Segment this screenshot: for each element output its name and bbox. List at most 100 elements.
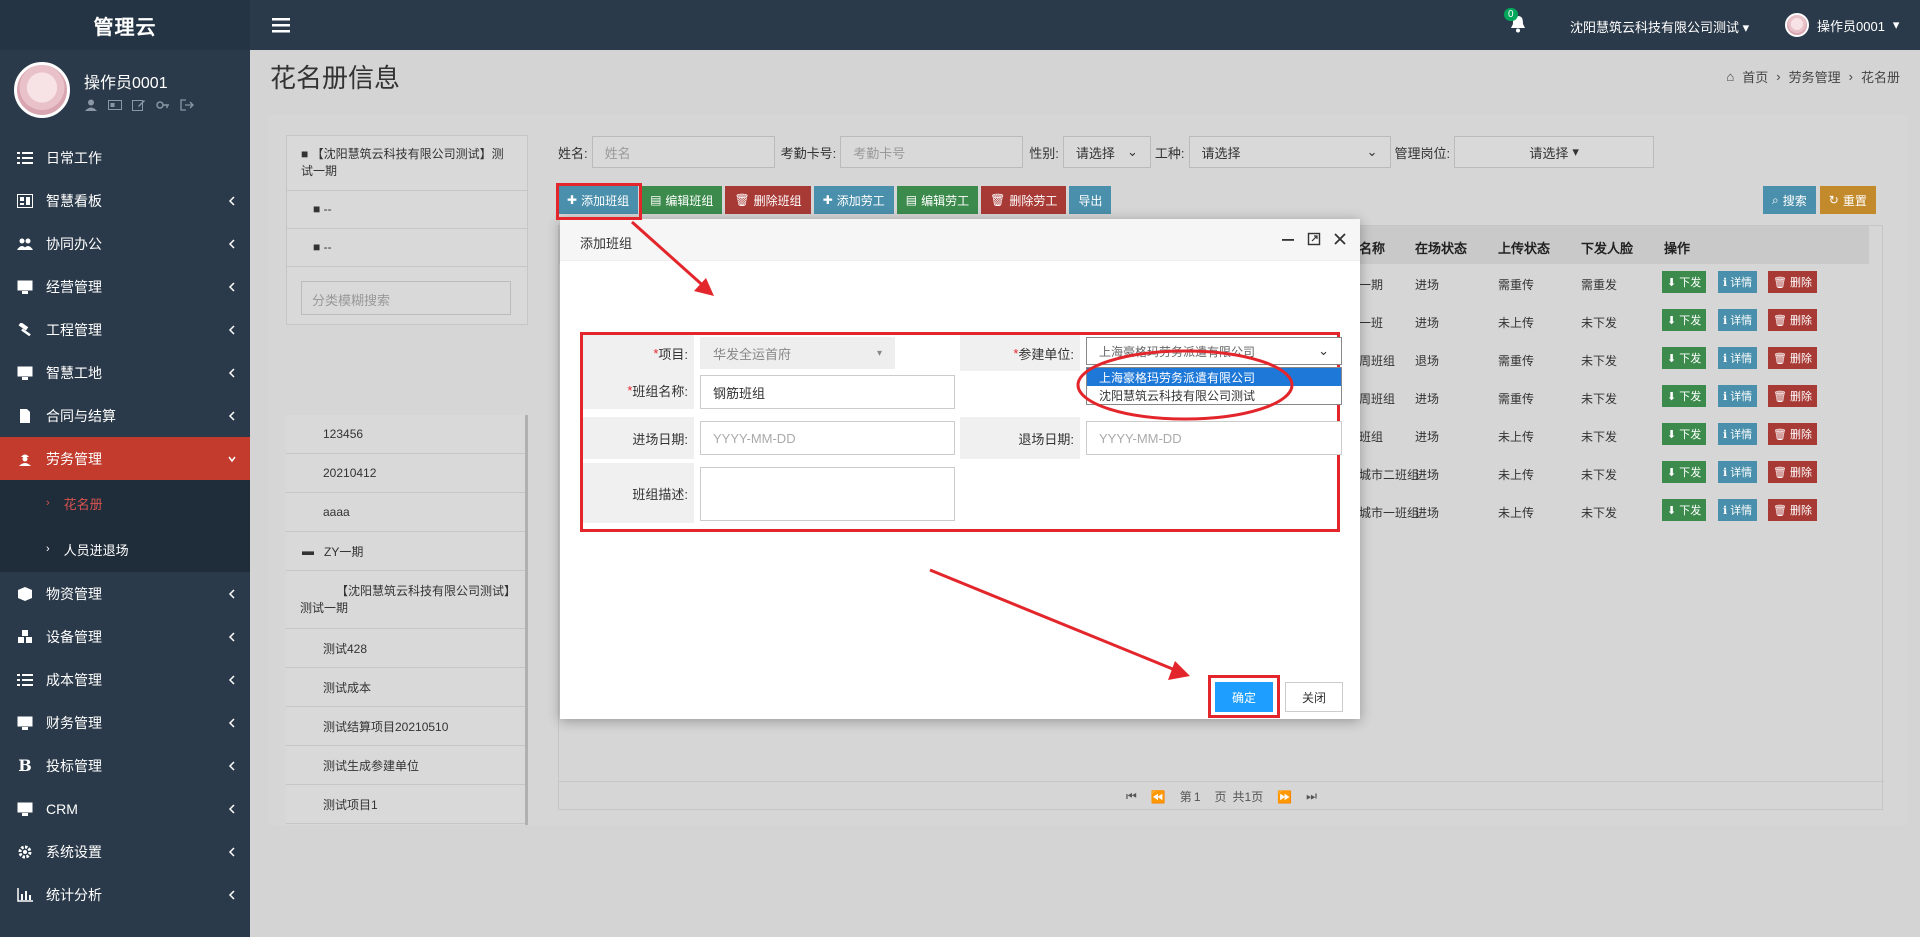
- post-select[interactable]: 请选择 ▾: [1454, 136, 1655, 168]
- sidebar-item-engineering[interactable]: 工程管理: [0, 308, 250, 351]
- list-item[interactable]: 测试成本: [286, 668, 525, 707]
- sidebar-item-collab[interactable]: 协同办公: [0, 222, 250, 265]
- team-name-input[interactable]: 钢筋班组: [700, 375, 955, 409]
- push-button[interactable]: ⬇ 下发: [1662, 461, 1707, 483]
- close-icon[interactable]: [1332, 231, 1348, 247]
- next-page-icon[interactable]: ⏩: [1277, 790, 1292, 804]
- gender-select[interactable]: 请选择 ⌄: [1062, 136, 1151, 168]
- page-number[interactable]: 1: [1194, 790, 1201, 804]
- list-item[interactable]: 测试项目1: [286, 785, 525, 824]
- sidebar-item-bidding[interactable]: B 投标管理: [0, 744, 250, 787]
- sidebar-item-crm[interactable]: CRM: [0, 787, 250, 830]
- unit-option[interactable]: 上海豪格玛劳务派遣有限公司: [1087, 368, 1341, 386]
- list-item[interactable]: 测试生成参建单位: [286, 746, 525, 785]
- push-button[interactable]: ⬇ 下发: [1662, 385, 1707, 407]
- category-search-input[interactable]: 分类模糊搜索: [301, 281, 511, 315]
- unit-select[interactable]: 上海豪格玛劳务派遣有限公司 ⌄: [1086, 337, 1342, 365]
- tree-node[interactable]: ■ --: [287, 191, 527, 229]
- detail-button[interactable]: ℹ 详情: [1718, 309, 1758, 331]
- sidebar-item-contract[interactable]: 合同与结算: [0, 394, 250, 437]
- first-page-icon[interactable]: ⏮: [1126, 789, 1137, 804]
- sidebar-item-business[interactable]: 经营管理: [0, 265, 250, 308]
- submenu-item-entry-exit[interactable]: › 人员进退场: [0, 526, 250, 572]
- last-page-icon[interactable]: ⏭: [1306, 789, 1317, 804]
- push-button[interactable]: ⬇ 下发: [1662, 271, 1707, 293]
- list-item[interactable]: 测试结算项目20210510: [286, 707, 525, 746]
- breadcrumb-labor[interactable]: 劳务管理: [1789, 67, 1841, 86]
- list-item[interactable]: 【沈阳慧筑云科技有限公司测试】测试一期: [286, 571, 525, 629]
- breadcrumb-home[interactable]: 首页: [1742, 67, 1768, 86]
- sidebar-item-cost[interactable]: 成本管理: [0, 658, 250, 701]
- desc-textarea[interactable]: [700, 467, 955, 521]
- delete-button[interactable]: 🗑 删除: [1768, 271, 1817, 293]
- maximize-icon[interactable]: [1306, 231, 1322, 247]
- job-select[interactable]: 请选择 ⌄: [1188, 136, 1391, 168]
- prev-page-icon[interactable]: ⏪: [1151, 790, 1166, 804]
- close-button[interactable]: 关闭: [1285, 682, 1343, 712]
- id-card-icon[interactable]: [108, 99, 122, 111]
- edit-team-button[interactable]: ▤ 编辑班组: [641, 186, 723, 214]
- reset-button[interactable]: ↻ 重置: [1819, 186, 1876, 214]
- table-cell-name: 一班: [1359, 316, 1384, 330]
- card-input[interactable]: 考勤卡号: [840, 136, 1024, 168]
- list-item[interactable]: 20210412: [286, 454, 525, 493]
- search-button[interactable]: ⌕ 搜索: [1763, 186, 1816, 214]
- name-input[interactable]: 姓名: [591, 136, 775, 168]
- delete-team-button[interactable]: 🗑 删除班组: [725, 186, 811, 214]
- key-icon[interactable]: [156, 99, 170, 111]
- logout-icon[interactable]: [180, 99, 194, 111]
- confirm-button[interactable]: 确定: [1215, 682, 1273, 712]
- delete-button[interactable]: 🗑 删除: [1768, 347, 1817, 369]
- sidebar-item-smart-site[interactable]: 智慧工地: [0, 351, 250, 394]
- sidebar-item-equipment[interactable]: 设备管理: [0, 615, 250, 658]
- push-button[interactable]: ⬇ 下发: [1662, 423, 1707, 445]
- detail-button[interactable]: ℹ 详情: [1718, 499, 1758, 521]
- sidebar-item-settings[interactable]: 系统设置: [0, 830, 250, 873]
- list-item[interactable]: 测试428: [286, 629, 525, 668]
- sidebar-item-labor[interactable]: 劳务管理: [0, 437, 250, 480]
- trash-icon: 🗑: [734, 193, 750, 207]
- sidebar-item-smart-board[interactable]: 智慧看板: [0, 179, 250, 222]
- edit-icon[interactable]: [132, 99, 146, 111]
- delete-button[interactable]: 🗑 删除: [1768, 461, 1817, 483]
- add-team-button[interactable]: ✚ 添加班组: [558, 186, 639, 214]
- push-button[interactable]: ⬇ 下发: [1662, 347, 1707, 369]
- list-item[interactable]: 123456: [286, 415, 525, 454]
- delete-worker-button[interactable]: 🗑 删除劳工: [981, 186, 1067, 214]
- tree-node[interactable]: ■ 【沈阳慧筑云科技有限公司测试】测试一期: [287, 136, 527, 191]
- plus-icon: ✚: [822, 193, 833, 207]
- company-dropdown[interactable]: 沈阳慧筑云科技有限公司测试 ▾: [1570, 17, 1749, 36]
- delete-button[interactable]: 🗑 删除: [1768, 499, 1817, 521]
- edit-worker-button[interactable]: ▤ 编辑劳工: [896, 186, 979, 214]
- tree-node[interactable]: ■ --: [287, 229, 527, 267]
- detail-button[interactable]: ℹ 详情: [1718, 423, 1758, 445]
- list-item[interactable]: ▬ ZY一期: [286, 532, 525, 571]
- detail-button[interactable]: ℹ 详情: [1718, 385, 1758, 407]
- unit-option[interactable]: 沈阳慧筑云科技有限公司测试: [1087, 386, 1341, 404]
- minimize-icon[interactable]: [1280, 231, 1296, 247]
- detail-button[interactable]: ℹ 详情: [1718, 271, 1758, 293]
- user-icon[interactable]: [84, 99, 98, 111]
- sidebar-item-finance[interactable]: 财务管理: [0, 701, 250, 744]
- sidebar-item-materials[interactable]: 物资管理: [0, 572, 250, 615]
- delete-button[interactable]: 🗑 删除: [1768, 385, 1817, 407]
- list-item[interactable]: aaaa: [286, 493, 525, 532]
- push-button[interactable]: ⬇ 下发: [1662, 499, 1707, 521]
- sidebar-item-daily-work[interactable]: 日常工作: [0, 136, 250, 179]
- detail-button[interactable]: ℹ 详情: [1718, 347, 1758, 369]
- user-menu[interactable]: 操作员0001 ▾: [1785, 13, 1899, 37]
- entry-date-input[interactable]: YYYY-MM-DD: [700, 421, 955, 455]
- labor-submenu: › 花名册 › 人员进退场: [0, 480, 250, 572]
- avatar[interactable]: [14, 62, 70, 118]
- project-select[interactable]: 华发全运首府 ▾: [700, 337, 895, 369]
- submenu-item-roster[interactable]: › 花名册: [0, 480, 250, 526]
- hamburger-icon[interactable]: [272, 17, 290, 33]
- export-button[interactable]: 导出: [1069, 186, 1112, 214]
- sidebar-item-stats[interactable]: 统计分析: [0, 873, 250, 916]
- exit-date-input[interactable]: YYYY-MM-DD: [1086, 421, 1342, 455]
- detail-button[interactable]: ℹ 详情: [1718, 461, 1758, 483]
- delete-button[interactable]: 🗑 删除: [1768, 309, 1817, 331]
- add-worker-button[interactable]: ✚ 添加劳工: [813, 186, 894, 214]
- push-button[interactable]: ⬇ 下发: [1662, 309, 1707, 331]
- delete-button[interactable]: 🗑 删除: [1768, 423, 1817, 445]
